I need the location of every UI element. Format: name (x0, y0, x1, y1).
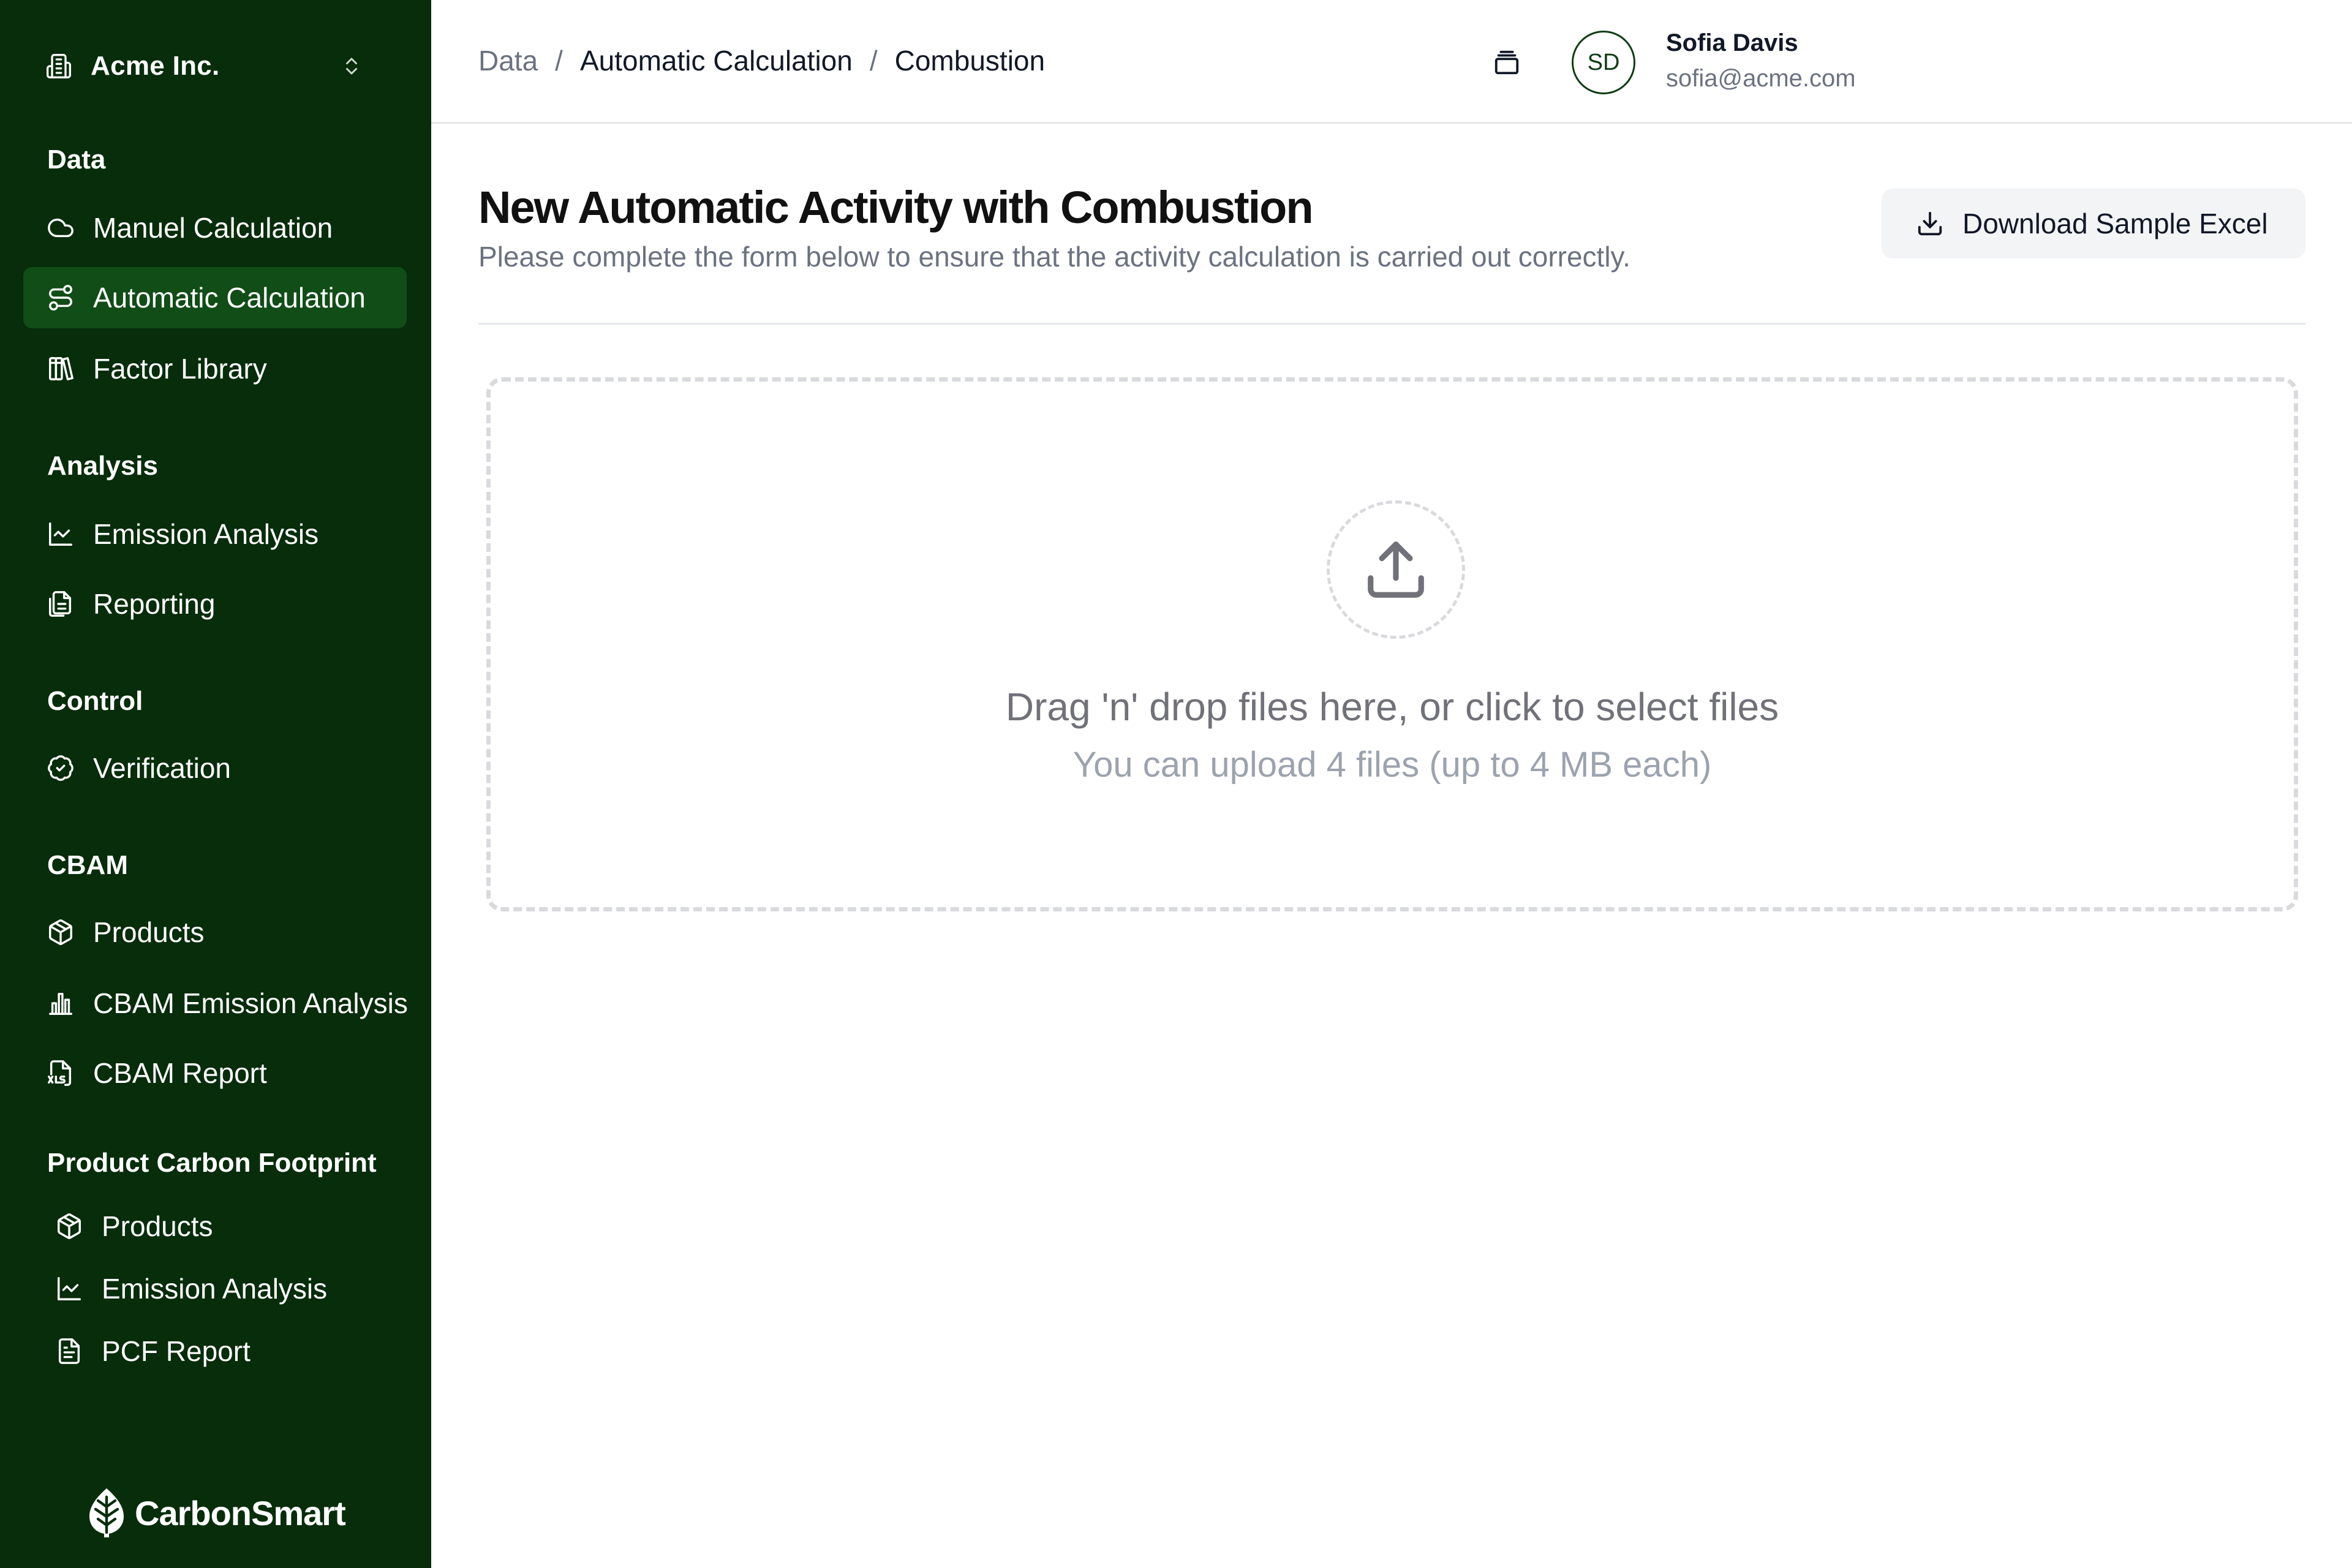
divider (478, 323, 2305, 325)
line-chart-icon (47, 520, 75, 548)
sidebar-item-cbam-report[interactable]: CBAM Report (23, 1042, 407, 1104)
section-title-product-carbon-footprint: Product Carbon Footprint (47, 1148, 377, 1178)
sidebar-item-pcf-emission-analysis[interactable]: Emission Analysis (23, 1258, 407, 1319)
section-title-control: Control (47, 686, 143, 716)
sidebar-item-emission-analysis[interactable]: Emission Analysis (23, 503, 407, 565)
files-icon (47, 590, 75, 618)
section-title-analysis: Analysis (47, 451, 158, 481)
sidebar-item-label: Automatic Calculation (93, 282, 366, 314)
cloud-icon (47, 214, 75, 242)
section-title-cbam: CBAM (47, 850, 128, 880)
archive-icon[interactable] (1490, 45, 1524, 80)
sidebar-item-pcf-report[interactable]: PCF Report (23, 1321, 407, 1382)
breadcrumb-item-automatic-calculation[interactable]: Automatic Calculation (580, 44, 853, 77)
sidebar-item-label: Emission Analysis (102, 1273, 328, 1305)
sidebar-item-label: Products (93, 916, 205, 948)
sidebar-item-label: Reporting (93, 588, 216, 620)
chevrons-up-down-icon (341, 55, 363, 77)
line-chart-icon (55, 1275, 83, 1303)
download-icon (1915, 208, 1945, 239)
sidebar-item-automatic-calculation[interactable]: Automatic Calculation (23, 267, 407, 328)
breadcrumb-separator: / (869, 45, 878, 77)
sidebar-item-label: Emission Analysis (93, 518, 319, 550)
sidebar-item-label: CBAM Emission Analysis (93, 987, 408, 1019)
leaf-icon (87, 1487, 126, 1539)
breadcrumb: Data / Automatic Calculation / Combustio… (478, 44, 1045, 77)
breadcrumb-item-data[interactable]: Data (478, 44, 538, 77)
library-icon (47, 355, 75, 383)
dropzone-subtitle: You can upload 4 files (up to 4 MB each) (1072, 745, 1712, 785)
org-name: Acme Inc. (91, 51, 220, 81)
avatar[interactable]: SD (1572, 31, 1635, 94)
sidebar-item-manuel-calculation[interactable]: Manuel Calculation (23, 197, 407, 258)
section-title-data: Data (47, 145, 106, 175)
sidebar-item-verification[interactable]: Verification (23, 737, 407, 799)
file-text-icon (55, 1337, 83, 1365)
sidebar-item-cbam-emission-analysis[interactable]: CBAM Emission Analysis (23, 973, 408, 1034)
sidebar-item-cbam-products[interactable]: Products (23, 902, 407, 963)
sidebar-item-reporting[interactable]: Reporting (23, 573, 407, 635)
user-name: Sofia Davis (1666, 29, 1798, 56)
breadcrumb-item-combustion: Combustion (894, 45, 1046, 77)
package-icon (47, 918, 75, 946)
sidebar-item-label: Factor Library (93, 353, 267, 385)
sidebar-item-label: PCF Report (102, 1335, 251, 1367)
route-icon (47, 284, 75, 312)
top-bar: Data / Automatic Calculation / Combustio… (431, 0, 2352, 124)
building-icon (45, 53, 72, 80)
badge-check-icon (47, 754, 75, 782)
brand-name: CarbonSmart (135, 1493, 346, 1532)
sidebar-item-label: CBAM Report (93, 1057, 267, 1089)
brand-logo: CarbonSmart (87, 1482, 346, 1544)
breadcrumb-separator: / (555, 45, 563, 77)
bar-chart-icon (47, 989, 75, 1017)
sidebar: Acme Inc. Data Manuel Calculation Automa… (0, 0, 431, 1568)
upload-icon (1327, 500, 1465, 639)
package-icon (55, 1212, 83, 1240)
download-sample-excel-label: Download Sample Excel (1962, 208, 2268, 239)
file-xls-icon (47, 1059, 75, 1087)
user-email: sofia@acme.com (1666, 65, 1856, 92)
page-subtitle: Please complete the form below to ensure… (478, 241, 1630, 273)
dropzone-title: Drag 'n' drop files here, or click to se… (1005, 685, 1779, 729)
file-dropzone[interactable]: Drag 'n' drop files here, or click to se… (486, 377, 2298, 911)
sidebar-item-label: Manuel Calculation (93, 212, 333, 244)
download-sample-excel-button[interactable]: Download Sample Excel (1882, 189, 2305, 258)
sidebar-item-factor-library[interactable]: Factor Library (23, 338, 407, 399)
sidebar-item-pcf-products[interactable]: Products (23, 1196, 407, 1257)
org-switcher[interactable]: Acme Inc. (23, 42, 387, 91)
page-title: New Automatic Activity with Combustion (478, 182, 1314, 233)
sidebar-item-label: Products (102, 1210, 213, 1242)
sidebar-item-label: Verification (93, 752, 232, 784)
